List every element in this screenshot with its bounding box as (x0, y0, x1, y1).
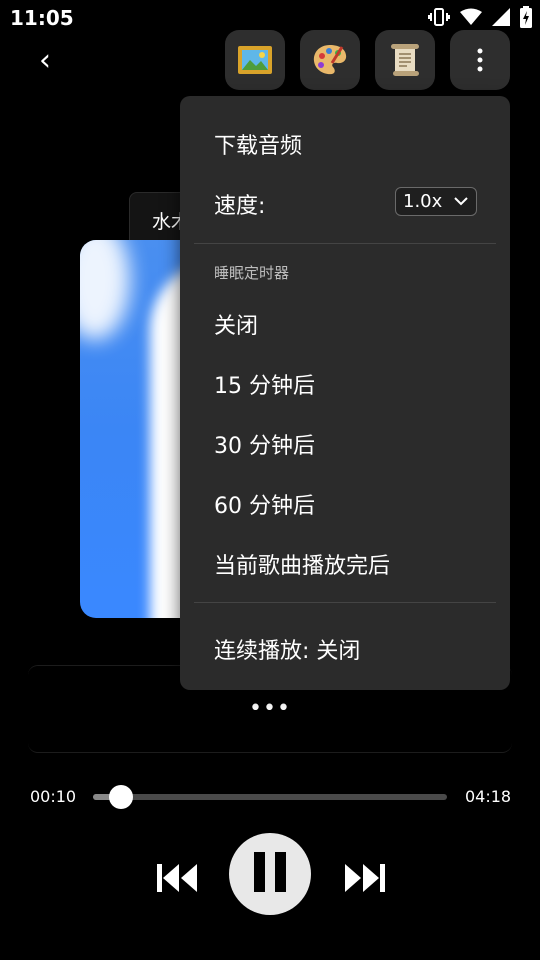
theme-button[interactable] (300, 30, 360, 90)
menu-divider (194, 602, 496, 603)
skip-next-icon (343, 863, 385, 897)
signal-icon (492, 8, 510, 26)
speed-value: 1.0x (403, 191, 443, 212)
wallpaper-button[interactable] (225, 30, 285, 90)
lyrics-button[interactable] (375, 30, 435, 90)
menu-divider (194, 243, 496, 244)
back-button[interactable]: ‹ (30, 44, 60, 78)
battery-charging-icon (520, 6, 532, 28)
menu-item-download[interactable]: 下载音频 (214, 128, 302, 160)
timer-option-30[interactable]: 30 分钟后 (214, 428, 315, 460)
status-time: 11:05 (10, 6, 74, 30)
total-time: 04:18 (465, 787, 512, 806)
timer-option-end-of-song[interactable]: 当前歌曲播放完后 (214, 548, 390, 580)
speed-select[interactable]: 1.0x (395, 187, 477, 216)
more-vert-icon (477, 48, 483, 72)
wifi-icon (460, 8, 482, 26)
pause-icon (252, 852, 288, 896)
lyrics-more-indicator: ••• (249, 696, 291, 721)
next-button[interactable] (336, 852, 392, 908)
palette-icon (312, 43, 348, 77)
options-menu: 下载音频 速度: 1.0x 睡眠定时器 关闭 15 分钟后 30 分钟后 60 … (180, 96, 510, 690)
progress-thumb[interactable] (109, 785, 134, 809)
more-options-button[interactable] (450, 30, 510, 90)
skip-previous-icon (157, 863, 199, 897)
speed-label: 速度: (214, 194, 266, 219)
sleep-timer-header: 睡眠定时器 (214, 264, 290, 282)
current-time: 00:10 (30, 787, 77, 806)
picture-icon (238, 46, 272, 74)
scroll-icon (389, 43, 421, 77)
timer-option-off[interactable]: 关闭 (214, 308, 258, 340)
progress-slider[interactable] (93, 785, 447, 809)
timer-option-60[interactable]: 60 分钟后 (214, 488, 315, 520)
previous-button[interactable] (150, 852, 206, 908)
status-icons (428, 6, 532, 28)
pause-button[interactable] (229, 833, 311, 915)
chevron-down-icon (454, 188, 468, 223)
vibrate-icon (428, 7, 450, 27)
timer-option-15[interactable]: 15 分钟后 (214, 368, 315, 400)
menu-item-continuous-play[interactable]: 连续播放: 关闭 (214, 633, 360, 665)
